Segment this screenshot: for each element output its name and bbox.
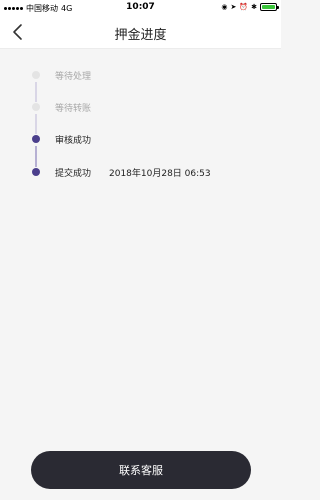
status-right: ◉ ➤ ⏰ ✱ [221, 3, 279, 11]
step-timestamp: 2018年10月28日 06:53 [109, 169, 211, 179]
step-label: 等待处理 [55, 72, 92, 82]
page-title: 押金进度 [114, 28, 167, 43]
battery-icon [260, 3, 279, 11]
step-dot [32, 103, 40, 111]
location-icon: ➤ [230, 3, 237, 11]
step-dot [32, 135, 40, 143]
step-label: 审核成功 [55, 136, 92, 146]
alarm-icon: ⏰ [239, 3, 249, 11]
status-bar: 中国移动 4G 10:07 ◉ ➤ ⏰ ✱ [0, 0, 281, 15]
step-dot [32, 168, 40, 176]
step-label: 提交成功 [55, 169, 92, 179]
timeline-step: 等待转账 [0, 99, 281, 115]
rotation-lock-icon: ◉ [221, 3, 228, 11]
contact-support-label: 联系客服 [119, 464, 163, 477]
timeline-step: 提交成功 2018年10月28日 06:53 [0, 164, 281, 180]
timeline-step: 审核成功 [0, 131, 281, 147]
contact-support-button[interactable]: 联系客服 [31, 451, 251, 489]
bluetooth-icon: ✱ [251, 3, 257, 11]
step-dot [32, 71, 40, 79]
timeline-step: 等待处理 [0, 67, 281, 83]
nav-bar: 押金进度 [0, 15, 281, 49]
step-label: 等待转账 [55, 104, 92, 114]
